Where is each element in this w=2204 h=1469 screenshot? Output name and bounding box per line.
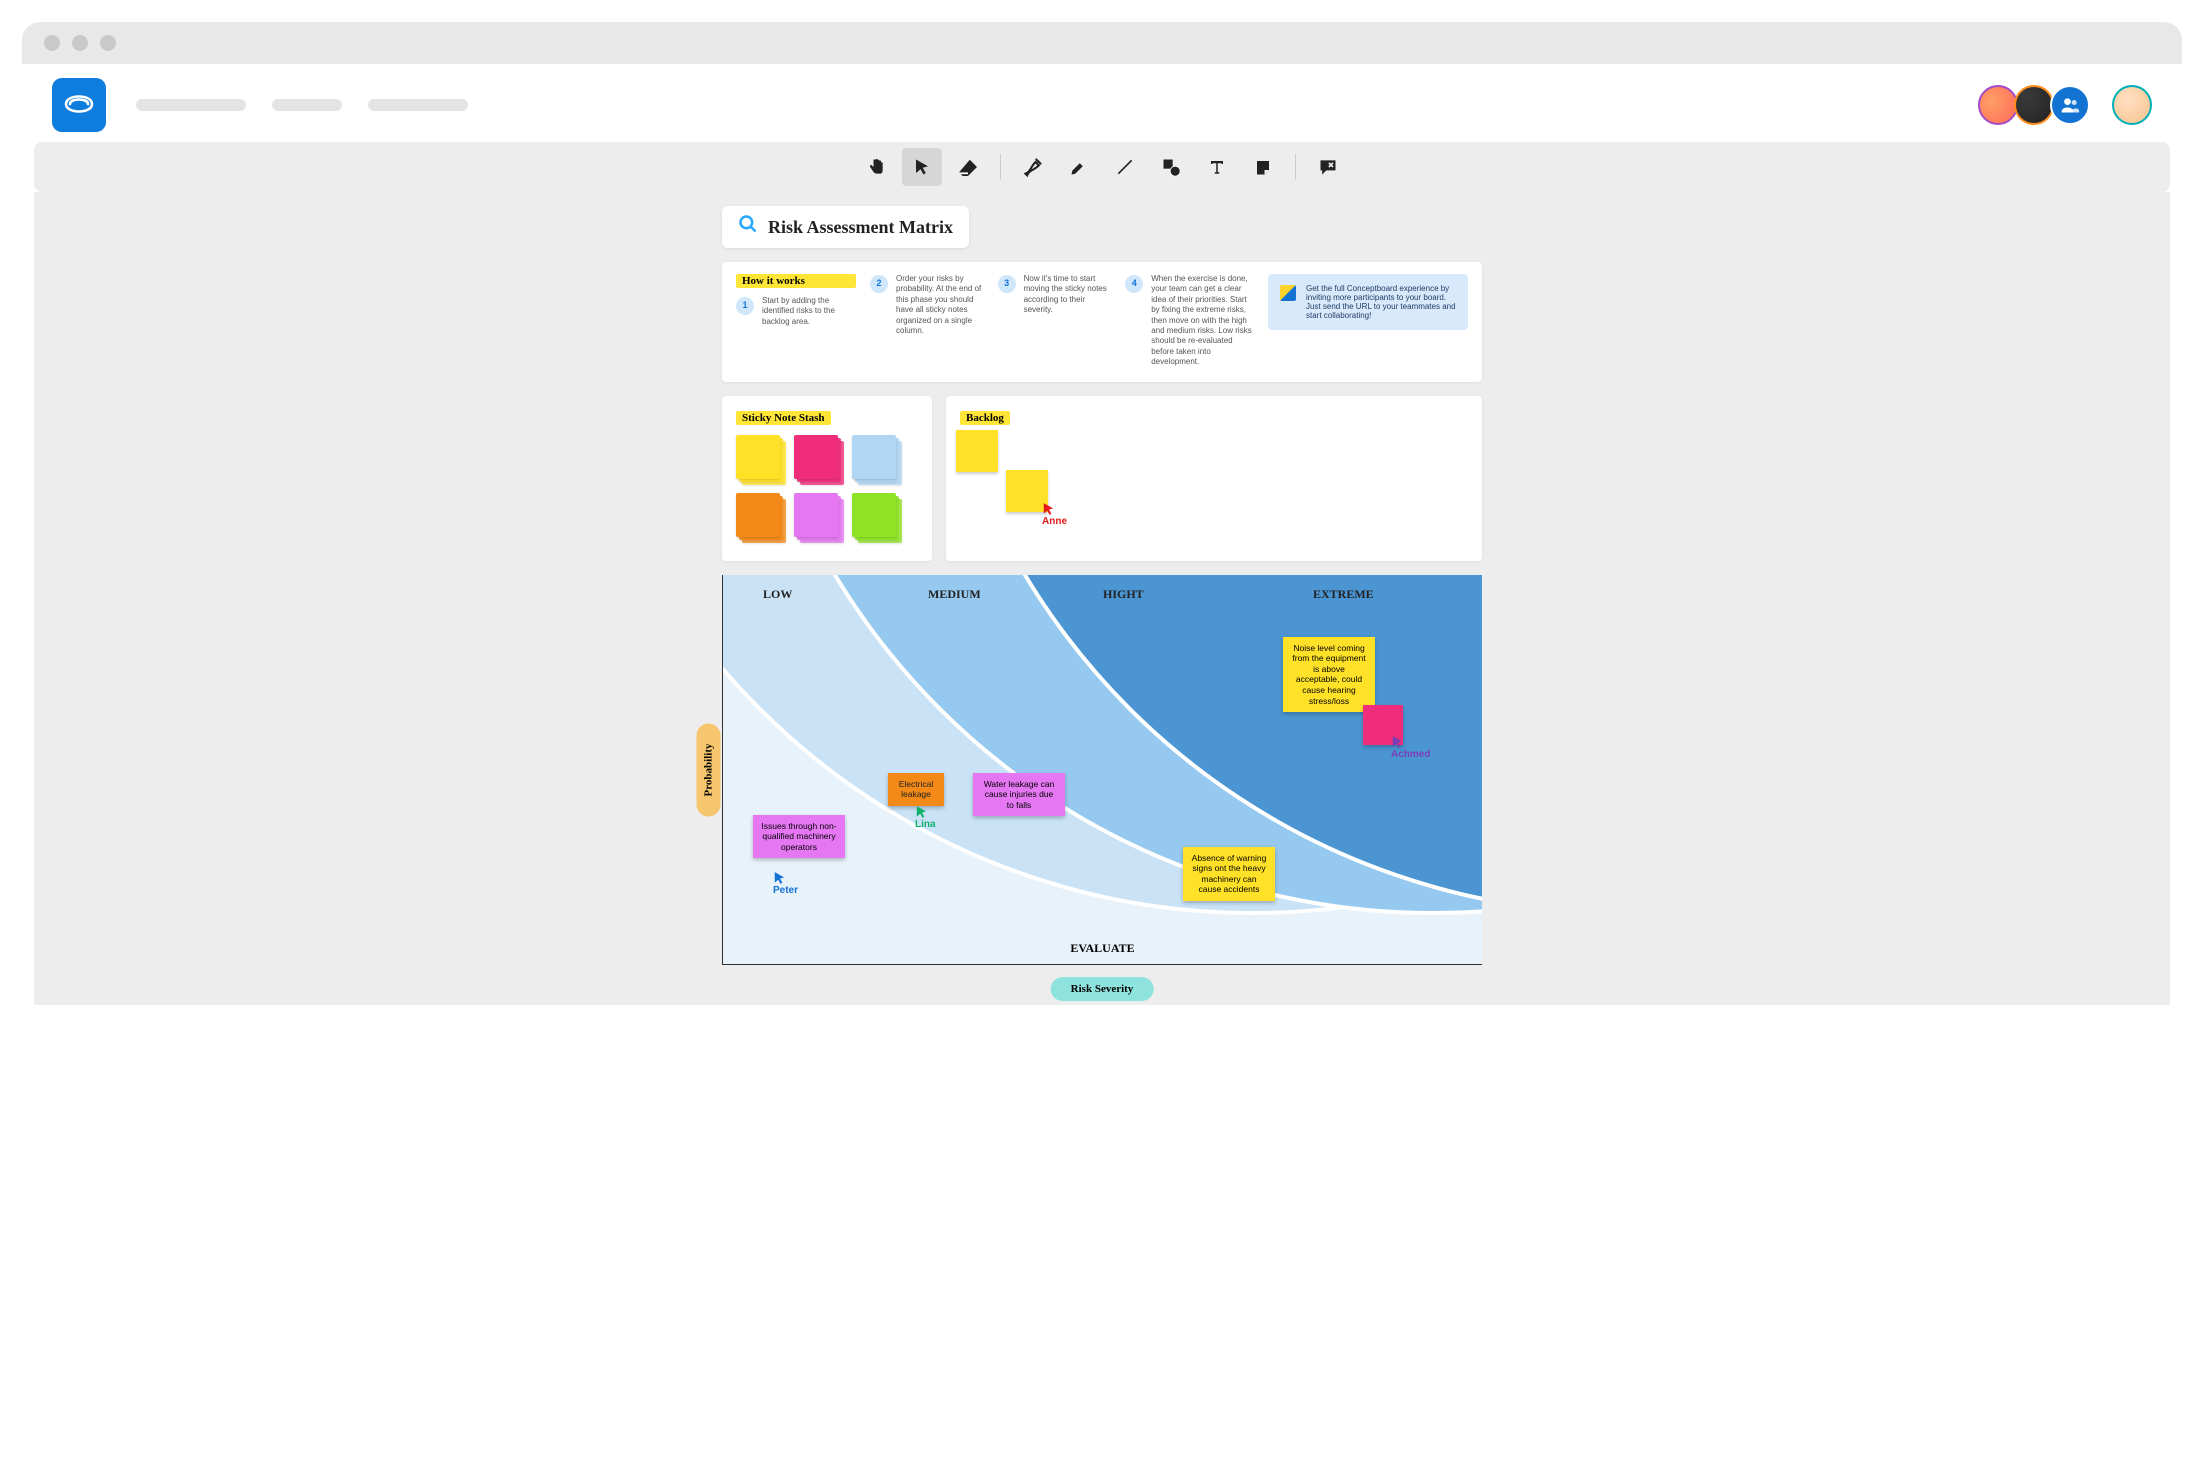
stash-header: Sticky Note Stash — [736, 411, 831, 425]
band-label-high: HIGHT — [1103, 587, 1144, 602]
band-label-medium: MEDIUM — [928, 587, 981, 602]
comment-tool-icon[interactable] — [1308, 148, 1348, 186]
sticky-stack-pink[interactable] — [794, 435, 844, 485]
window-dot — [44, 35, 60, 51]
marker-tool-icon[interactable] — [1059, 148, 1099, 186]
how-it-works-card: How it works 1 Start by adding the ident… — [722, 262, 1482, 382]
toolbar — [64, 148, 2140, 186]
band-label-extreme: EXTREME — [1313, 587, 1374, 602]
step-number: 1 — [736, 297, 754, 315]
avatar[interactable] — [1978, 85, 2018, 125]
cta-text: Get the full Conceptboard experience by … — [1306, 284, 1456, 320]
hand-tool-icon[interactable] — [856, 148, 896, 186]
avatar[interactable] — [2014, 85, 2054, 125]
toolbar-area — [34, 142, 2170, 192]
browser-chrome: Risk Assessment Matrix How it works 1 St… — [22, 22, 2182, 1005]
cta-box: Get the full Conceptboard experience by … — [1268, 274, 1468, 330]
breadcrumb-placeholders — [136, 99, 468, 111]
risk-note-noise[interactable]: Noise level coming from the equipment is… — [1283, 637, 1375, 713]
sticky-stack-magenta[interactable] — [794, 493, 844, 543]
sticky-stack-green[interactable] — [852, 493, 902, 543]
pen-tool-icon[interactable] — [1013, 148, 1053, 186]
board-title: Risk Assessment Matrix — [722, 206, 969, 248]
avatar-more[interactable] — [2050, 85, 2090, 125]
search-icon — [738, 214, 758, 240]
x-axis-label: Risk Severity — [1051, 977, 1154, 1001]
sticky-stack-blue[interactable] — [852, 435, 902, 485]
app-topbar — [22, 64, 2182, 142]
eraser-tool-icon[interactable] — [948, 148, 988, 186]
sticky-note-stash-card: Sticky Note Stash — [722, 396, 932, 561]
board-canvas[interactable]: Risk Assessment Matrix How it works 1 St… — [34, 192, 2170, 1005]
risk-note-issues[interactable]: Issues through non-qualified machinery o… — [753, 815, 845, 859]
sticky-note-tool-icon[interactable] — [1243, 148, 1283, 186]
collaborator-cursor-anne: Anne — [1042, 502, 1067, 527]
text-tool-icon[interactable] — [1197, 148, 1237, 186]
presence-avatars — [1982, 85, 2152, 125]
backlog-note[interactable] — [956, 430, 998, 472]
band-label-low: LOW — [763, 587, 792, 602]
toolbar-separator — [1000, 154, 1001, 180]
backlog-header: Backlog — [960, 411, 1010, 425]
browser-tab-strip — [22, 22, 2182, 64]
board-title-text: Risk Assessment Matrix — [768, 217, 953, 238]
conceptboard-icon — [1280, 285, 1296, 301]
risk-matrix: Probability LOW MEDIUM HIGHT EXTREME EVA… — [722, 575, 1482, 965]
risk-note-electrical[interactable]: Electrical leakage — [888, 773, 944, 806]
step-text: When the exercise is done, your team can… — [1151, 274, 1254, 368]
step-text: Now it's time to start moving the sticky… — [1024, 274, 1112, 316]
app-logo[interactable] — [52, 78, 106, 132]
shape-tool-icon[interactable] — [1151, 148, 1191, 186]
sticky-stack-orange[interactable] — [736, 493, 786, 543]
step-number: 2 — [870, 275, 888, 293]
collaborator-cursor-lina: Lina — [915, 805, 936, 830]
window-dot — [100, 35, 116, 51]
avatar-self[interactable] — [2112, 85, 2152, 125]
matrix-plot[interactable]: LOW MEDIUM HIGHT EXTREME EVALUATE Issues… — [722, 575, 1482, 965]
backlog-card: Backlog Anne — [946, 396, 1482, 561]
sticky-stack-yellow[interactable] — [736, 435, 786, 485]
line-tool-icon[interactable] — [1105, 148, 1145, 186]
pointer-tool-icon[interactable] — [902, 148, 942, 186]
collaborator-cursor-achmed: Achmed — [1391, 735, 1430, 760]
evaluate-label: EVALUATE — [1070, 941, 1134, 956]
step-text: Order your risks by probability. At the … — [896, 274, 984, 336]
window-dot — [72, 35, 88, 51]
y-axis-label: Probability — [696, 723, 720, 816]
risk-note-absence[interactable]: Absence of warning signs ont the heavy m… — [1183, 847, 1275, 902]
step-number: 4 — [1125, 275, 1143, 293]
how-it-works-header: How it works — [736, 274, 856, 288]
risk-note-water[interactable]: Water leakage can cause injuries due to … — [973, 773, 1065, 817]
step-number: 3 — [998, 275, 1016, 293]
step-text: Start by adding the identified risks to … — [762, 296, 856, 327]
toolbar-separator — [1295, 154, 1296, 180]
collaborator-cursor-peter: Peter — [773, 871, 798, 896]
